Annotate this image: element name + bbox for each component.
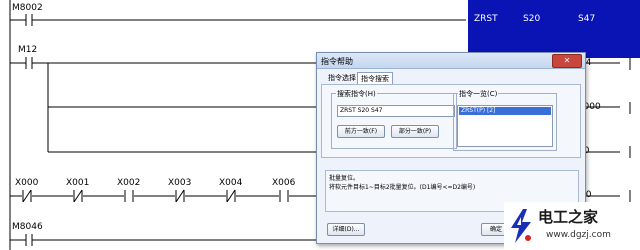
description-line-2: 将软元件目标1~目标2批量复位。(D1编号<=D2编号) <box>329 184 476 191</box>
partial-match-button[interactable]: 部分一致(P) <box>391 125 439 138</box>
contact-label-x002: X002 <box>117 178 141 188</box>
search-group-label: 搜索指令(H) <box>336 89 377 99</box>
zrst-instruction-block[interactable]: ZRST S20 S47 <box>468 0 640 58</box>
contact-label-m8002: M8002 <box>12 3 43 13</box>
contact-label-m8046: M8046 <box>12 222 43 232</box>
list-item[interactable]: ZRST(P) [2] <box>459 107 551 115</box>
prefix-match-button[interactable]: 前方一致(F) <box>337 125 385 138</box>
zrst-instruction-name: ZRST <box>474 14 498 24</box>
contact-label-x003: X003 <box>168 178 192 188</box>
instruction-list-label: 指令一览(C) <box>458 89 499 99</box>
dialog-title: 指令帮助 <box>321 57 353 66</box>
zrst-operand-2: S47 <box>578 14 596 24</box>
contact-label-x004: X004 <box>219 178 243 188</box>
zrst-operand-1: S20 <box>523 14 541 24</box>
contact-label-x000: X000 <box>15 178 39 188</box>
watermark-url: www.dgzj.com <box>546 230 611 240</box>
contact-label-x001: X001 <box>66 178 90 188</box>
dialog-titlebar[interactable]: 指令帮助 ✕ <box>317 53 585 69</box>
instruction-listbox[interactable]: ZRST(P) [2] <box>457 105 553 147</box>
description-line-1: 批量复位。 <box>329 175 360 182</box>
contact-label-x006: X006 <box>272 178 296 188</box>
detail-button[interactable]: 详细(D)... <box>327 223 365 236</box>
lightning-logo-icon <box>511 209 531 243</box>
search-group: 搜索指令(H) <box>331 89 457 149</box>
search-input[interactable] <box>337 105 455 117</box>
site-watermark: 电工之家 www.dgzj.com <box>504 202 640 250</box>
tab-instruction-select[interactable]: 指令选择 <box>325 72 359 84</box>
watermark-name: 电工之家 <box>538 208 599 226</box>
close-button[interactable]: ✕ <box>552 54 582 68</box>
contact-label-m12: M12 <box>18 45 38 55</box>
